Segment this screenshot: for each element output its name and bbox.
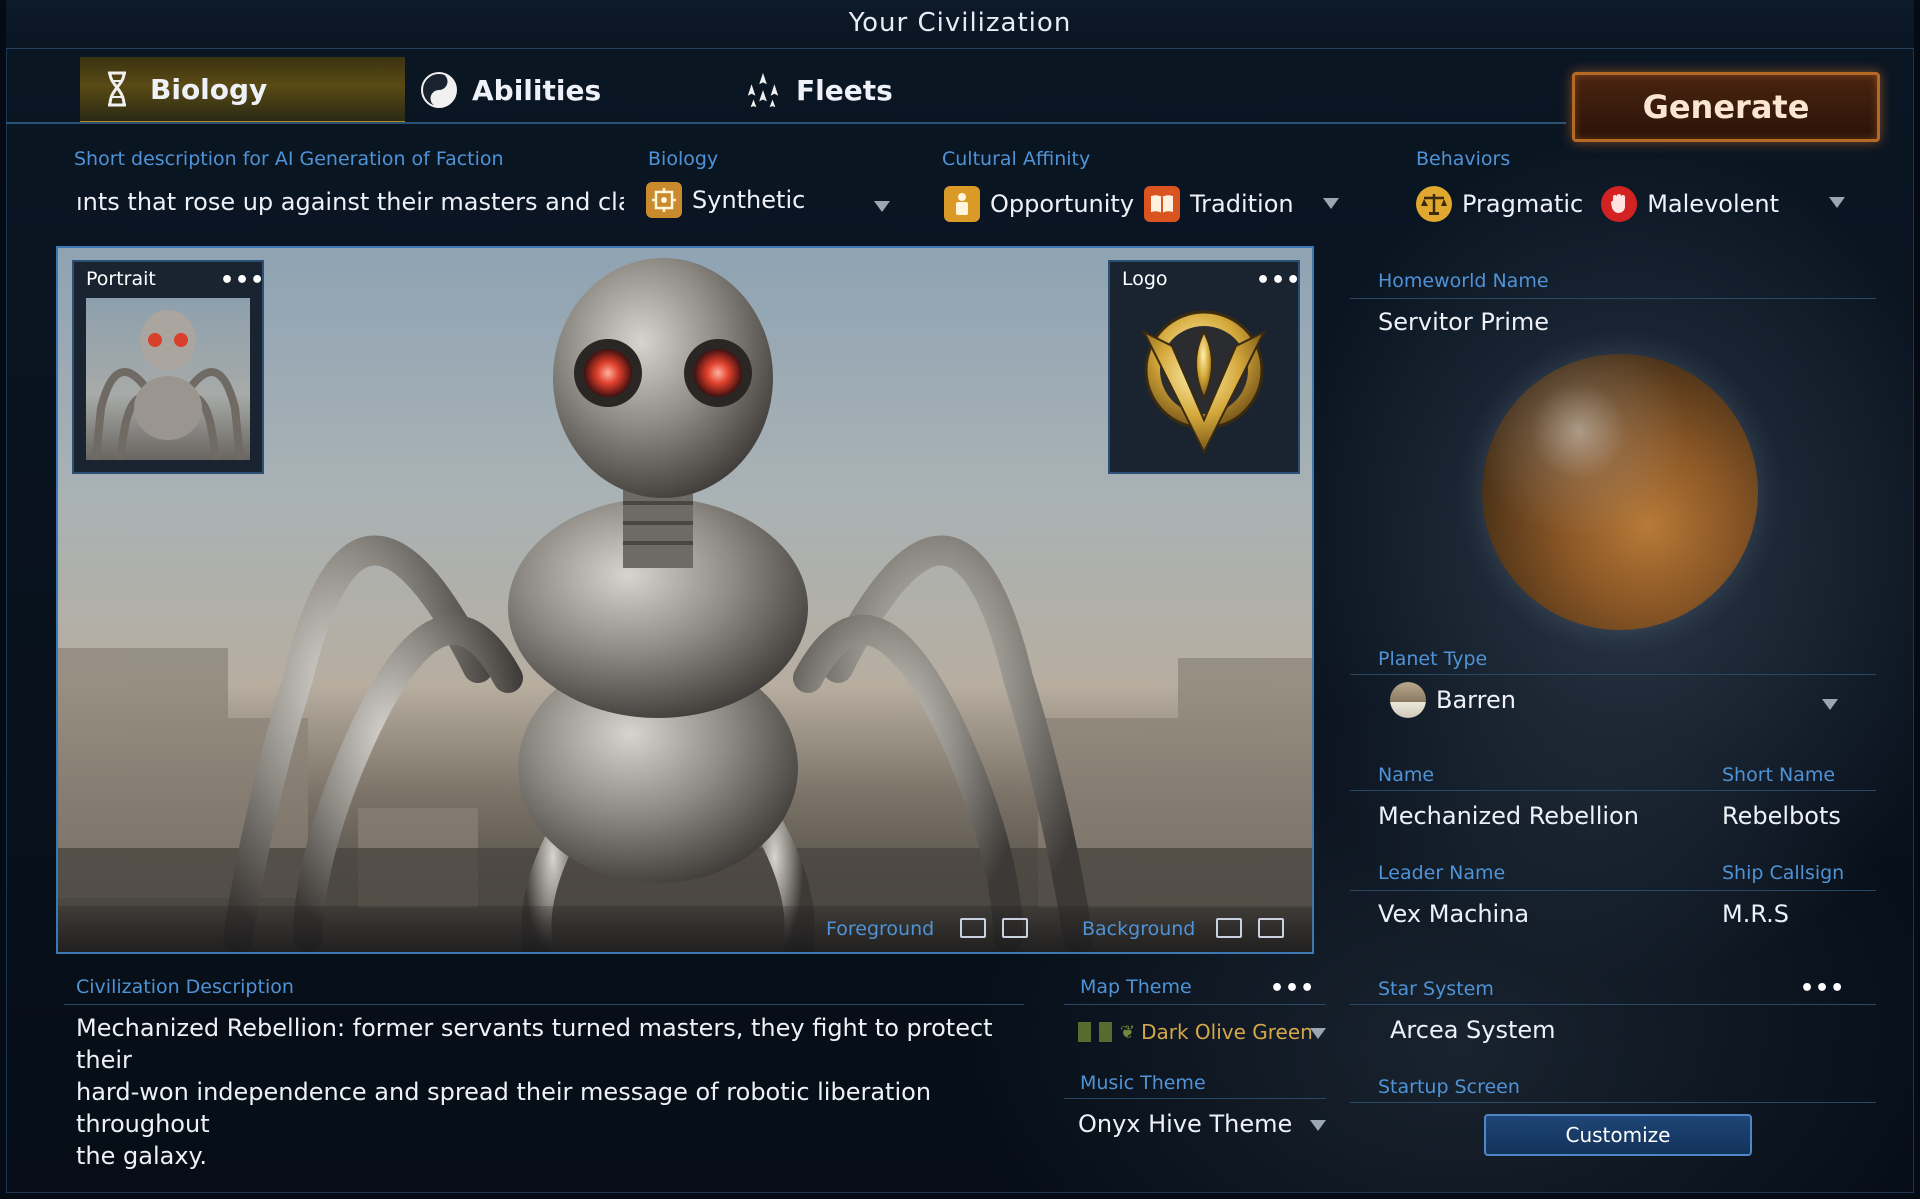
tabs-divider: [6, 122, 1566, 124]
fist-icon: [1601, 186, 1638, 222]
divider: [1064, 1004, 1326, 1005]
yin-yang-icon: [420, 70, 458, 110]
star-system-menu-icon[interactable]: •••: [1800, 976, 1845, 1001]
affinity-tradition: Tradition: [1190, 190, 1294, 218]
divider: [1350, 890, 1876, 891]
chevron-down-icon[interactable]: [874, 201, 890, 212]
background-video-icon[interactable]: [1216, 918, 1242, 942]
customize-button[interactable]: Customize: [1484, 1114, 1752, 1156]
divider: [1350, 790, 1876, 791]
chevron-down-icon[interactable]: [1310, 1120, 1326, 1131]
affinity-opportunity: Opportunity: [990, 190, 1135, 218]
synthetic-icon: [646, 182, 682, 218]
foreground-image-icon[interactable]: [1002, 918, 1028, 942]
scales-icon: [1416, 186, 1452, 222]
map-theme-menu-icon[interactable]: •••: [1270, 976, 1315, 1001]
behaviors-label: Behaviors: [1416, 148, 1511, 170]
homeworld-planet: [1482, 354, 1758, 630]
divider: [1350, 1102, 1876, 1103]
tab-abilities[interactable]: Abilities: [420, 57, 601, 123]
leader-name-input[interactable]: Vex Machina: [1378, 900, 1529, 928]
logo-menu-icon[interactable]: •••: [1256, 268, 1301, 293]
tab-label: Biology: [150, 72, 268, 106]
map-theme-value: Dark Olive Green: [1141, 1020, 1313, 1044]
foreground-label: Foreground: [826, 918, 935, 940]
biology-select[interactable]: Synthetic: [646, 182, 805, 218]
short-description-input[interactable]: ınts that rose up against their masters …: [76, 188, 624, 216]
chevron-down-icon[interactable]: [1310, 1028, 1326, 1039]
map-theme-label: Map Theme: [1080, 976, 1192, 998]
music-theme-label: Music Theme: [1080, 1072, 1206, 1094]
behavior-pragmatic: Pragmatic: [1462, 190, 1584, 218]
color-swatch: [1099, 1022, 1112, 1042]
barren-planet-icon: [1390, 682, 1426, 718]
divider: [64, 1004, 1024, 1005]
chevron-down-icon[interactable]: [1829, 197, 1845, 208]
cultural-affinity-label: Cultural Affinity: [942, 148, 1091, 170]
music-theme-select[interactable]: Onyx Hive Theme: [1078, 1110, 1292, 1138]
color-swatch: [1078, 1022, 1091, 1042]
background-label: Background: [1082, 918, 1196, 940]
ship-callsign-label: Ship Callsign: [1722, 862, 1845, 884]
homeworld-input[interactable]: Servitor Prime: [1378, 308, 1549, 336]
short-name-label: Short Name: [1722, 764, 1836, 786]
book-icon: [1144, 186, 1181, 222]
behavior-malevolent: Malevolent: [1647, 190, 1780, 218]
planet-type-select[interactable]: Barren: [1390, 682, 1516, 718]
planet-type-value: Barren: [1436, 686, 1516, 714]
homeworld-label: Homeworld Name: [1378, 270, 1549, 292]
foreground-video-icon[interactable]: [960, 918, 986, 942]
fleet-icon: [744, 70, 782, 110]
faction-emblem: [1124, 302, 1284, 462]
map-theme-select[interactable]: ❦ Dark Olive Green: [1078, 1020, 1313, 1044]
divider: [1064, 1098, 1326, 1099]
cultural-affinity-select[interactable]: Opportunity Tradition: [944, 186, 1294, 222]
dna-icon: [98, 69, 136, 109]
leader-name-label: Leader Name: [1378, 862, 1506, 884]
divider: [1350, 1004, 1876, 1005]
planet-type-label: Planet Type: [1378, 648, 1488, 670]
portrait-menu-icon[interactable]: •••: [220, 268, 265, 293]
background-image-icon[interactable]: [1258, 918, 1284, 942]
portrait-image: [86, 298, 250, 460]
window-title: Your Civilization: [848, 8, 1072, 38]
chevron-down-icon[interactable]: [1323, 198, 1339, 209]
biology-value: Synthetic: [692, 186, 806, 214]
name-label: Name: [1378, 764, 1435, 786]
tab-label: Fleets: [796, 73, 893, 107]
star-system-label: Star System: [1378, 978, 1494, 1000]
divider: [1350, 298, 1876, 299]
short-description-label: Short description for AI Generation of F…: [74, 148, 504, 170]
logo-label: Logo: [1122, 268, 1168, 290]
name-input[interactable]: Mechanized Rebellion: [1378, 802, 1639, 830]
startup-screen-label: Startup Screen: [1378, 1076, 1520, 1098]
logo-panel[interactable]: Logo •••: [1108, 260, 1300, 474]
ship-callsign-input[interactable]: M.R.S: [1722, 900, 1789, 928]
opportunity-icon: [944, 186, 980, 222]
tab-label: Abilities: [472, 73, 602, 107]
chevron-down-icon[interactable]: [1822, 699, 1838, 710]
biology-label: Biology: [648, 148, 719, 170]
tab-fleets[interactable]: Fleets: [744, 57, 893, 123]
short-name-input[interactable]: Rebelbots: [1722, 802, 1841, 830]
star-system-input[interactable]: Arcea System: [1390, 1016, 1556, 1044]
portrait-panel[interactable]: Portrait •••: [72, 260, 264, 474]
civ-description-text[interactable]: Mechanized Rebellion: former servants tu…: [76, 1012, 1036, 1172]
tab-biology[interactable]: Biology: [80, 57, 405, 123]
leaf-icon: ❦: [1120, 1021, 1136, 1043]
civ-description-label: Civilization Description: [76, 976, 294, 998]
behaviors-select[interactable]: Pragmatic Malevolent: [1416, 186, 1779, 222]
divider: [1350, 674, 1876, 675]
generate-button[interactable]: Generate: [1572, 72, 1880, 142]
portrait-label: Portrait: [86, 268, 156, 290]
